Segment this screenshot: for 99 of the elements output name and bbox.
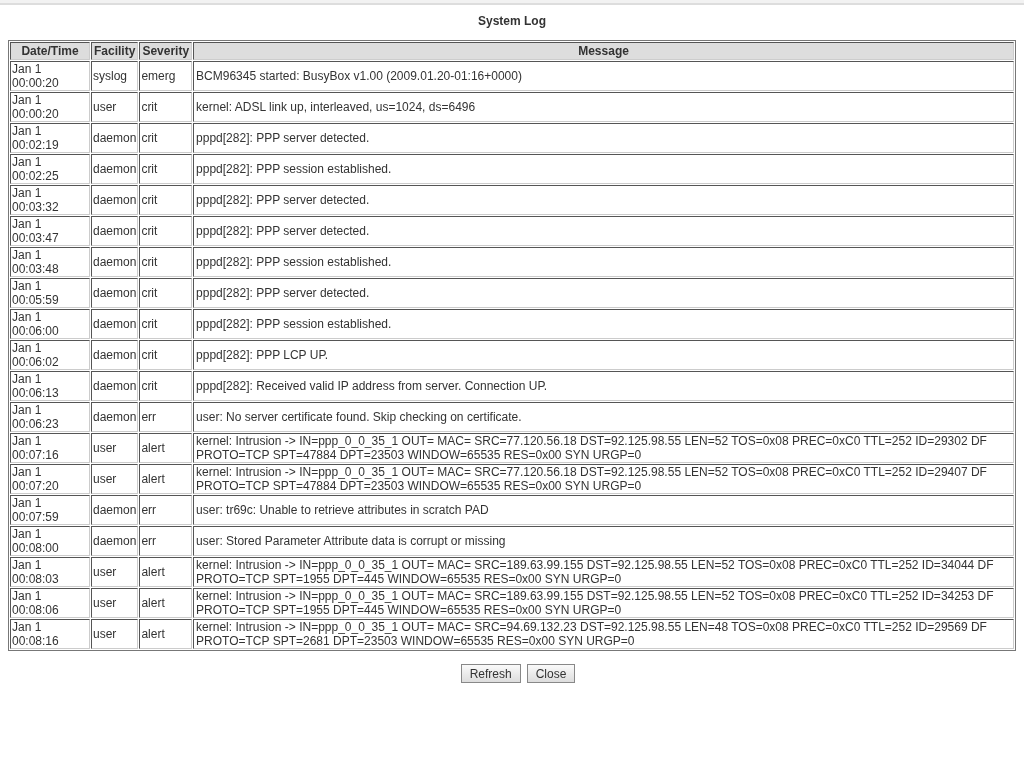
table-cell: crit <box>139 123 193 153</box>
log-time: 00:02:25 <box>12 169 60 183</box>
log-time: 00:03:47 <box>12 231 60 245</box>
log-time: 00:07:16 <box>12 448 60 462</box>
table-cell: user <box>91 433 139 463</box>
table-cell: alert <box>139 433 193 463</box>
log-time: 00:00:20 <box>12 107 60 121</box>
table-cell: alert <box>139 619 193 649</box>
table-cell: crit <box>139 371 193 401</box>
log-time: 00:00:20 <box>12 76 60 90</box>
table-cell: user <box>91 464 139 494</box>
log-date: Jan 1 <box>12 434 43 448</box>
table-cell: user <box>91 92 139 122</box>
log-date: Jan 1 <box>12 341 43 355</box>
log-time: 00:03:48 <box>12 262 60 276</box>
table-cell: user <box>91 619 139 649</box>
log-time: 00:07:20 <box>12 479 60 493</box>
log-date: Jan 1 <box>12 527 43 541</box>
table-cell: user: tr69c: Unable to retrieve attributes in scratch PAD <box>193 495 1014 525</box>
log-date: Jan 1 <box>12 465 43 479</box>
log-date: Jan 1 <box>12 589 43 603</box>
table-cell: alert <box>139 557 193 587</box>
table-cell: user <box>91 557 139 587</box>
table-cell: syslog <box>91 61 139 91</box>
log-time: 00:03:32 <box>12 200 60 214</box>
table-cell: crit <box>139 92 193 122</box>
column-header: Severity <box>139 42 193 60</box>
log-date: Jan 1 <box>12 620 43 634</box>
table-cell: alert <box>139 464 193 494</box>
table-cell: user <box>91 588 139 618</box>
table-cell: crit <box>139 278 193 308</box>
table-cell: daemon <box>91 340 139 370</box>
log-time: 00:02:19 <box>12 138 60 152</box>
log-time: 00:06:23 <box>12 417 60 431</box>
table-cell: emerg <box>139 61 193 91</box>
log-date: Jan 1 <box>12 186 43 200</box>
log-time: 00:08:00 <box>12 541 60 555</box>
table-cell: pppd[282]: PPP session established. <box>193 309 1014 339</box>
table-cell: daemon <box>91 495 139 525</box>
refresh-button[interactable]: Refresh <box>460 664 521 683</box>
close-button[interactable]: Close <box>526 664 576 683</box>
table-cell: crit <box>139 247 193 277</box>
table-cell: user: Stored Parameter Attribute data is corrupt or missing <box>193 526 1014 556</box>
log-date: Jan 1 <box>12 496 43 510</box>
column-header: Date/Time <box>10 42 90 60</box>
table-cell: crit <box>139 185 193 215</box>
log-date: Jan 1 <box>12 155 43 169</box>
table-cell: err <box>139 402 193 432</box>
log-time: 00:08:06 <box>12 603 60 617</box>
column-header: Message <box>193 42 1014 60</box>
table-cell: crit <box>139 340 193 370</box>
page-title: System Log <box>477 13 547 30</box>
log-date: Jan 1 <box>12 403 43 417</box>
table-cell: daemon <box>91 154 139 184</box>
column-header: Facility <box>91 42 139 60</box>
table-cell: daemon <box>91 371 139 401</box>
log-time: 00:08:16 <box>12 634 60 648</box>
log-time: 00:05:59 <box>12 293 60 307</box>
table-cell: daemon <box>91 216 139 246</box>
log-date: Jan 1 <box>12 93 43 107</box>
table-cell: pppd[282]: PPP server detected. <box>193 185 1014 215</box>
log-date: Jan 1 <box>12 310 43 324</box>
table-cell: daemon <box>91 123 139 153</box>
table-cell: user: No server certificate found. Skip checking on certificate. <box>193 402 1014 432</box>
table-cell: daemon <box>91 402 139 432</box>
table-cell: BCM96345 started: BusyBox v1.00 (2009.01.20-01:16+0000) <box>193 61 1014 91</box>
log-time: 00:06:00 <box>12 324 60 338</box>
table-cell: pppd[282]: Received valid IP address from server. Connection UP. <box>193 371 1014 401</box>
table-cell: pppd[282]: PPP server detected. <box>193 123 1014 153</box>
log-date: Jan 1 <box>12 248 43 262</box>
table-cell: daemon <box>91 526 139 556</box>
table-cell: crit <box>139 216 193 246</box>
table-cell: err <box>139 526 193 556</box>
log-time: 00:07:59 <box>12 510 60 524</box>
table-cell: crit <box>139 154 193 184</box>
table-cell: pppd[282]: PPP server detected. <box>193 278 1014 308</box>
log-date: Jan 1 <box>12 124 43 138</box>
log-time: 00:08:03 <box>12 572 60 586</box>
table-cell: pppd[282]: PPP session established. <box>193 154 1014 184</box>
table-cell: pppd[282]: PPP session established. <box>193 247 1014 277</box>
log-time: 00:06:13 <box>12 386 60 400</box>
log-date: Jan 1 <box>12 62 43 76</box>
table-cell: daemon <box>91 309 139 339</box>
table-cell: pppd[282]: PPP server detected. <box>193 216 1014 246</box>
table-cell: kernel: ADSL link up, interleaved, us=1024, ds=6496 <box>193 92 1014 122</box>
log-date: Jan 1 <box>12 372 43 386</box>
log-time: 00:06:02 <box>12 355 60 369</box>
table-cell: alert <box>139 588 193 618</box>
table-cell: pppd[282]: PPP LCP UP. <box>193 340 1014 370</box>
log-date: Jan 1 <box>12 558 43 572</box>
table-cell: daemon <box>91 247 139 277</box>
table-cell: crit <box>139 309 193 339</box>
log-date: Jan 1 <box>12 217 43 231</box>
table-cell: kernel: Intrusion -> IN=ppp_0_0_35_1 OUT= MAC= SRC=77.120.56.18 DST=92.125.98.55 LEN=52 TOS=0x08 PREC=0xC0 TTL=252 ID=29407 DF PROTO=TCP SPT=47884 DPT=23503 WINDOW=65535 RES=0x00 SYN URGP=0 <box>193 464 1014 494</box>
table-cell: err <box>139 495 193 525</box>
table-cell: daemon <box>91 185 139 215</box>
log-date: Jan 1 <box>12 279 43 293</box>
table-cell: kernel: Intrusion -> IN=ppp_0_0_35_1 OUT= MAC= SRC=94.69.132.23 DST=92.125.98.55 LEN=48 TOS=0x08 PREC=0xC0 TTL=252 ID=29569 DF PROTO=TCP SPT=2681 DPT=23503 WINDOW=65535 RES=0x00 SYN URGP=0 <box>193 619 1014 649</box>
table-cell: daemon <box>91 278 139 308</box>
